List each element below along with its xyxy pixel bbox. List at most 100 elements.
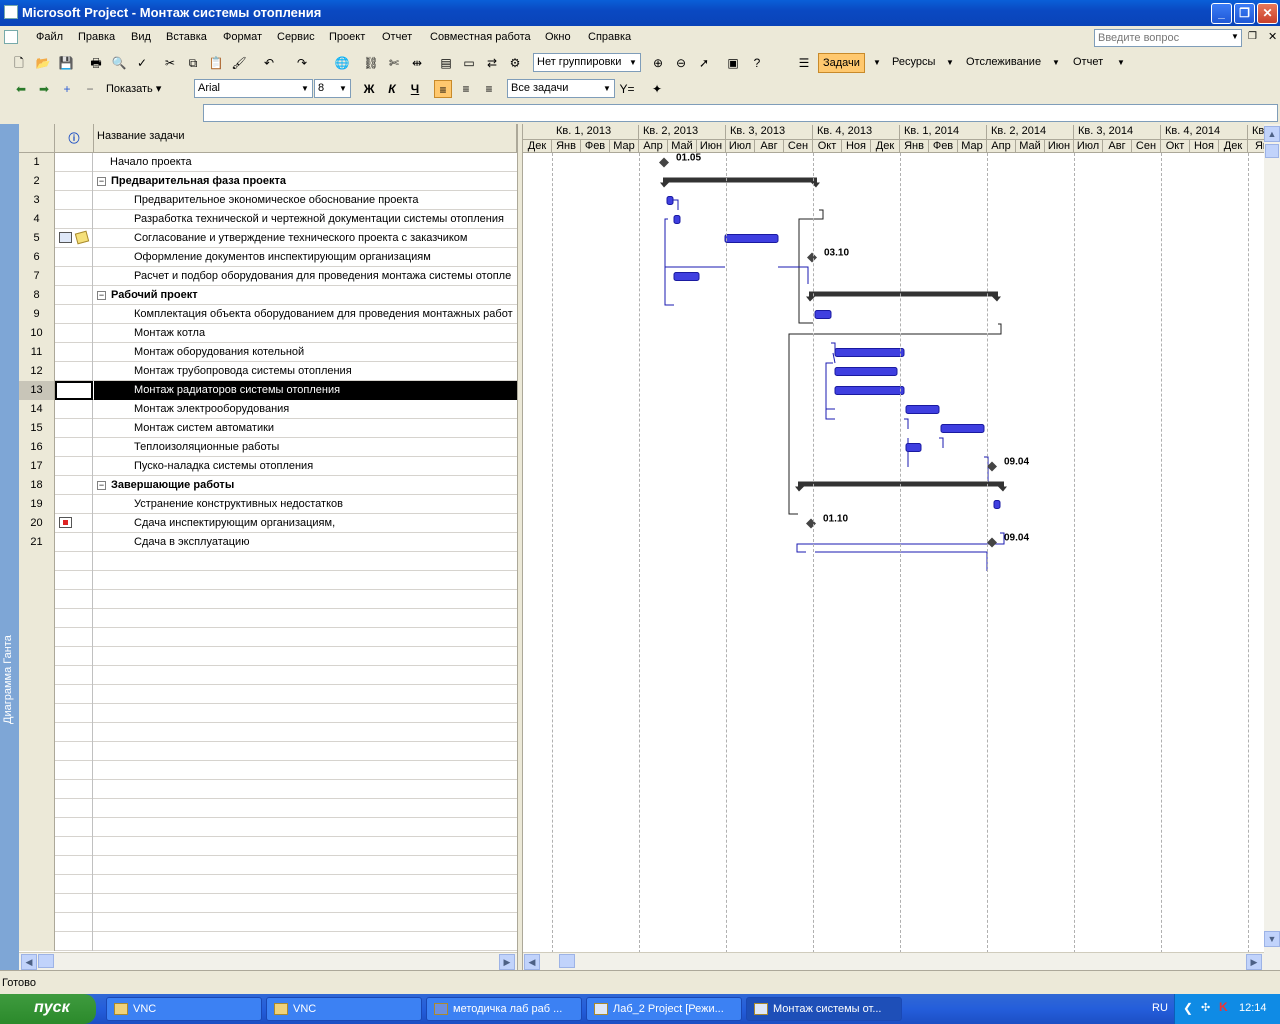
underline-button[interactable]: Ч (406, 80, 424, 98)
empty-table-row[interactable] (19, 761, 517, 780)
spelling-icon[interactable]: ✓ (133, 54, 151, 72)
show-button[interactable]: Показать ▾ (102, 79, 165, 99)
task-bar[interactable] (940, 424, 985, 433)
table-row[interactable]: 16 Теплоизоляционные работы (19, 438, 517, 457)
milestone[interactable] (987, 537, 997, 548)
collapse-icon[interactable]: − (97, 177, 106, 186)
row-id[interactable]: 12 (19, 362, 55, 381)
task-bar[interactable] (834, 367, 898, 376)
task-notes-icon[interactable]: ▭ (460, 54, 478, 72)
milestone[interactable] (807, 252, 817, 263)
table-row[interactable]: 8 − Рабочий проект (19, 286, 517, 305)
table-row[interactable]: 4 Разработка технической и чертежной доку… (19, 210, 517, 229)
align-center-icon[interactable]: ≡ (457, 80, 475, 98)
task-name[interactable]: Монтаж радиаторов системы отопления (94, 381, 517, 400)
row-id[interactable]: 7 (19, 267, 55, 286)
copy-icon[interactable]: ⧉ (184, 54, 202, 72)
summary-bar[interactable] (795, 486, 804, 492)
taskbar-item-active[interactable]: Монтаж системы от... (746, 997, 902, 1021)
milestone-label[interactable]: 03.10 (824, 248, 849, 259)
empty-table-row[interactable] (19, 666, 517, 685)
task-name[interactable] (94, 761, 517, 780)
task-name[interactable] (94, 856, 517, 875)
undo-icon[interactable]: ↶ (260, 54, 278, 72)
taskbar-item[interactable]: VNC (106, 997, 262, 1021)
summary-bar[interactable] (992, 296, 1001, 302)
table-row[interactable]: 15 Монтаж систем автоматики (19, 419, 517, 438)
row-id[interactable] (19, 780, 55, 799)
autofilter-icon[interactable]: Y= (618, 80, 636, 98)
empty-table-row[interactable] (19, 590, 517, 609)
table-row[interactable]: 20 Сдача инспектирующим организациям, (19, 514, 517, 533)
row-id[interactable] (19, 590, 55, 609)
task-bar[interactable] (666, 196, 674, 205)
row-id[interactable] (19, 856, 55, 875)
table-row[interactable]: 13 Монтаж радиаторов системы отопления (19, 381, 517, 400)
task-name[interactable]: Сдача инспектирующим организациям, (94, 514, 517, 533)
new-icon[interactable]: 🗋 (10, 54, 28, 72)
ask-dropdown-icon[interactable]: ▼ (1231, 32, 1239, 41)
empty-table-row[interactable] (19, 856, 517, 875)
table-row[interactable]: 3 Предварительное экономическое обоснован… (19, 191, 517, 210)
task-bar[interactable] (673, 215, 681, 224)
task-bar[interactable] (834, 386, 905, 395)
vertical-scrollbar[interactable]: ▲ ▼ (1264, 124, 1280, 970)
arrow-right-icon[interactable]: ➡ (35, 80, 53, 98)
ask-question-input[interactable]: Введите вопрос (1094, 29, 1242, 47)
row-id[interactable] (19, 609, 55, 628)
summary-bar[interactable] (663, 177, 817, 183)
taskbar-item[interactable]: Лаб_2 Project [Режи... (586, 997, 742, 1021)
task-name[interactable] (94, 837, 517, 856)
restore-doc-icon[interactable]: ❐ (1248, 31, 1257, 42)
task-name[interactable]: Начало проекта (94, 153, 517, 172)
close-doc-icon[interactable]: ✕ (1268, 30, 1277, 43)
summary-task-name[interactable]: − Предварительная фаза проекта (94, 172, 517, 191)
scroll-down-icon[interactable]: ▼ (1264, 931, 1280, 947)
summary-bar[interactable] (998, 486, 1007, 492)
task-name[interactable] (94, 571, 517, 590)
task-name[interactable]: Монтаж систем автоматики (94, 419, 517, 438)
task-info-icon[interactable]: ▤ (437, 54, 455, 72)
summary-task-name[interactable]: − Рабочий проект (94, 286, 517, 305)
row-id[interactable] (19, 742, 55, 761)
row-id[interactable]: 9 (19, 305, 55, 324)
task-bar[interactable] (673, 272, 700, 281)
table-row[interactable]: 17 Пуско-наладка системы отопления (19, 457, 517, 476)
row-id[interactable]: 21 (19, 533, 55, 552)
task-name[interactable] (94, 875, 517, 894)
row-id[interactable]: 8 (19, 286, 55, 305)
summary-bar[interactable] (809, 291, 998, 297)
row-id[interactable]: 1 (19, 153, 55, 172)
zoom-in-icon[interactable]: ⊕ (649, 54, 667, 72)
row-id[interactable]: 11 (19, 343, 55, 362)
entry-field[interactable] (203, 104, 1278, 122)
assign-resources-icon[interactable]: ⇄ (483, 54, 501, 72)
table-row[interactable]: 7 Расчет и подбор оборудования для провед… (19, 267, 517, 286)
row-id[interactable]: 10 (19, 324, 55, 343)
table-row[interactable]: 12 Монтаж трубопровода системы отопления (19, 362, 517, 381)
help-icon[interactable]: ? (748, 54, 766, 72)
menu-edit[interactable]: Правка (78, 31, 115, 43)
empty-table-row[interactable] (19, 628, 517, 647)
hyperlink-icon[interactable]: 🌐 (333, 54, 351, 72)
row-id[interactable] (19, 552, 55, 571)
task-bar[interactable] (724, 234, 779, 243)
filter-select[interactable]: Все задачи ▼ (507, 79, 615, 98)
tab-report[interactable]: Отчет (1069, 53, 1107, 73)
column-header-task-name[interactable]: Название задачи (94, 124, 517, 153)
milestone-label[interactable]: 09.04 (1004, 533, 1029, 544)
font-select[interactable]: Arial ▼ (194, 79, 313, 98)
table-row[interactable]: 21 Сдача в эксплуатацию (19, 533, 517, 552)
empty-table-row[interactable] (19, 837, 517, 856)
row-id[interactable]: 13 (19, 381, 55, 400)
summary-bar[interactable] (660, 182, 669, 188)
task-name[interactable] (94, 647, 517, 666)
row-id[interactable] (19, 704, 55, 723)
hide-subtasks-icon[interactable]: − (81, 80, 99, 98)
menu-file[interactable]: Файл (36, 31, 63, 43)
report-dropdown-icon[interactable]: ▼ (1117, 58, 1125, 67)
task-name[interactable] (94, 704, 517, 723)
task-name[interactable]: Комплектация объекта оборудованием для п… (94, 305, 517, 324)
doc-icon[interactable] (4, 30, 18, 44)
row-id[interactable]: 19 (19, 495, 55, 514)
